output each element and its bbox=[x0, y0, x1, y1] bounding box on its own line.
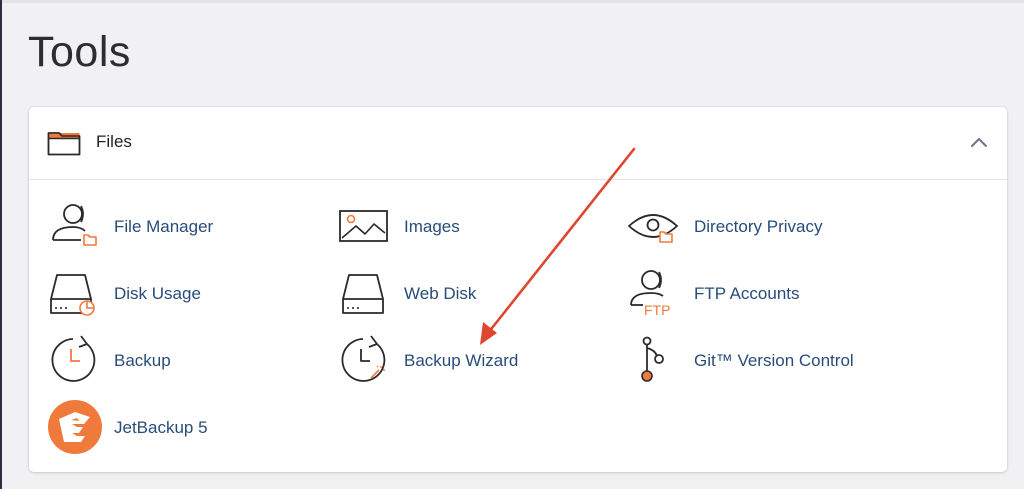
tool-label: FTP Accounts bbox=[694, 284, 800, 303]
tool-git-version-control[interactable]: Git™ Version Control bbox=[627, 332, 917, 388]
panel-title: Files bbox=[96, 132, 132, 151]
backup-wizard-icon bbox=[341, 335, 386, 382]
tool-backup[interactable]: Backup bbox=[47, 332, 337, 388]
disk-usage-icon bbox=[50, 274, 95, 316]
tool-ftp-accounts[interactable]: FTP FTP Accounts bbox=[627, 265, 917, 321]
tool-directory-privacy[interactable]: Directory Privacy bbox=[627, 198, 917, 254]
tool-label: Images bbox=[404, 217, 460, 236]
chevron-up-icon[interactable] bbox=[967, 131, 991, 155]
ftp-icon-text: FTP bbox=[644, 302, 670, 318]
tool-label: Disk Usage bbox=[114, 284, 201, 303]
backup-icon bbox=[51, 335, 96, 382]
ftp-accounts-icon: FTP bbox=[630, 270, 670, 318]
page-title: Tools bbox=[28, 28, 131, 76]
tool-backup-wizard[interactable]: Backup Wizard bbox=[337, 332, 627, 388]
tool-label: Backup bbox=[114, 351, 171, 370]
cpanel-tools-page: Tools Files File Manager Images Director… bbox=[0, 0, 1024, 489]
tool-images[interactable]: Images bbox=[337, 198, 627, 254]
tool-disk-usage[interactable]: Disk Usage bbox=[47, 265, 337, 321]
tool-label: Directory Privacy bbox=[694, 217, 823, 236]
tool-label: Backup Wizard bbox=[404, 351, 519, 370]
web-disk-icon bbox=[342, 274, 384, 314]
tool-jetbackup-5[interactable]: JetBackup 5 bbox=[47, 399, 337, 455]
git-icon bbox=[641, 336, 664, 382]
directory-privacy-icon bbox=[627, 214, 679, 243]
tool-label: Web Disk bbox=[404, 284, 477, 303]
tool-web-disk[interactable]: Web Disk bbox=[337, 265, 627, 321]
tool-label: File Manager bbox=[114, 217, 214, 236]
files-panel: Files File Manager Images Directory Priv… bbox=[29, 107, 1007, 472]
tool-file-manager[interactable]: File Manager bbox=[47, 198, 337, 254]
files-panel-header[interactable]: Files bbox=[29, 107, 1007, 180]
file-manager-icon bbox=[52, 204, 97, 246]
tool-label: JetBackup 5 bbox=[114, 418, 208, 437]
top-divider bbox=[0, 0, 1024, 3]
jetbackup-icon bbox=[48, 400, 102, 454]
left-border bbox=[0, 0, 2, 489]
images-icon bbox=[339, 210, 388, 242]
folder-icon bbox=[47, 132, 81, 156]
tool-label: Git™ Version Control bbox=[694, 351, 854, 370]
